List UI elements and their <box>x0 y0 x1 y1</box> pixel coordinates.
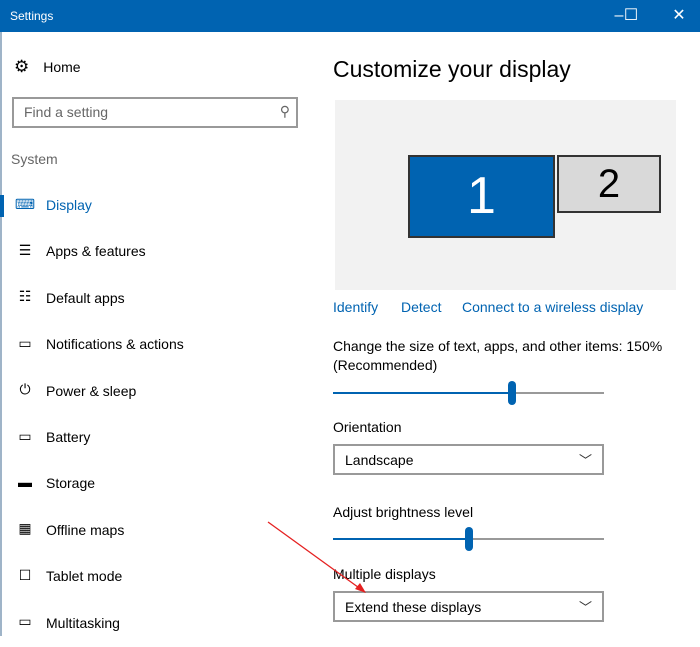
sidebar-item-label: Multitasking <box>46 614 120 631</box>
scale-label: Change the size of text, apps, and other… <box>333 338 663 354</box>
sidebar-item-label: Storage <box>46 475 96 492</box>
orientation-label: Orientation <box>333 419 402 435</box>
monitor-1[interactable]: 1 <box>408 155 555 238</box>
identify-link[interactable]: Identify <box>333 299 378 315</box>
multiple-displays-dropdown[interactable]: Extend these displays ﹀ <box>333 591 604 622</box>
sidebar-item-multitasking[interactable]: ▭ Multitasking <box>0 601 300 647</box>
chevron-down-icon: ﹀ <box>578 600 592 615</box>
sidebar-item-label: Offline maps <box>46 521 125 538</box>
default-apps-icon: ☷ <box>18 288 32 305</box>
sidebar-item-power-sleep[interactable]: ⏻ Power & sleep <box>0 369 300 415</box>
apps-features-icon: ☰ <box>18 241 32 258</box>
monitor-2[interactable]: 2 <box>557 155 661 213</box>
window-title: Settings <box>10 9 54 23</box>
search-input[interactable]: Find a setting ⚲ <box>12 97 298 128</box>
display-icon: ⌨ <box>14 195 36 212</box>
close-button[interactable]: ✕ <box>667 4 691 28</box>
sidebar-item-label: Battery <box>46 429 91 445</box>
gear-icon: ⚙ <box>14 57 30 76</box>
sidebar-item-apps-features[interactable]: ☰ Apps & features <box>0 229 300 275</box>
sidebar-item-home[interactable]: ⚙ Home <box>14 57 81 77</box>
sidebar-item-label: Default apps <box>46 289 125 306</box>
multitasking-icon: ▭ <box>18 613 32 630</box>
sidebar-item-label: Apps & features <box>46 243 146 260</box>
brightness-slider[interactable] <box>333 527 604 551</box>
section-heading: System <box>11 151 58 167</box>
search-icon[interactable]: ⚲ <box>280 103 290 120</box>
sidebar-item-label: Notifications & actions <box>46 336 184 353</box>
brightness-slider-thumb[interactable] <box>464 527 473 551</box>
orientation-dropdown[interactable]: Landscape ﹀ <box>333 444 604 475</box>
home-label: Home <box>43 59 81 75</box>
sidebar-item-label: Tablet mode <box>46 568 123 585</box>
search-placeholder: Find a setting <box>24 104 109 120</box>
wireless-display-link[interactable]: Connect to a wireless display <box>462 299 643 315</box>
sidebar-item-battery[interactable]: ▭ Battery <box>0 415 300 461</box>
title-bar: Settings – ☐ ✕ <box>0 0 700 32</box>
chevron-down-icon: ﹀ <box>578 453 592 468</box>
battery-icon: ▭ <box>18 427 32 444</box>
sidebar-item-display[interactable]: ⌨ Display <box>0 183 300 229</box>
detect-link[interactable]: Detect <box>401 299 441 315</box>
storage-icon: ▬ <box>18 474 32 491</box>
sidebar-item-offline-maps[interactable]: ▦ Offline maps <box>0 508 300 554</box>
multiple-displays-label: Multiple displays <box>333 566 436 582</box>
sidebar-item-default-apps[interactable]: ☷ Default apps <box>0 276 300 322</box>
power-sleep-icon: ⏻ <box>19 381 31 398</box>
notifications-actions-icon: ▭ <box>18 334 32 351</box>
multiple-displays-value: Extend these displays <box>345 599 482 615</box>
scale-slider-thumb[interactable] <box>507 381 516 405</box>
maximize-button[interactable]: ☐ <box>619 4 643 28</box>
sidebar-item-storage[interactable]: ▬ Storage <box>0 461 300 507</box>
scale-sublabel: (Recommended) <box>333 357 438 373</box>
orientation-value: Landscape <box>345 452 414 468</box>
page-title: Customize your display <box>333 56 571 82</box>
tablet-mode-icon: ☐ <box>18 566 32 583</box>
offline-maps-icon: ▦ <box>18 520 32 537</box>
sidebar-item-label: Power & sleep <box>46 382 137 399</box>
scale-slider[interactable] <box>333 381 604 405</box>
sidebar-item-notifications-actions[interactable]: ▭ Notifications & actions <box>0 322 300 368</box>
sidebar-item-label: Display <box>46 197 92 213</box>
brightness-label: Adjust brightness level <box>333 504 474 520</box>
sidebar-item-tablet-mode[interactable]: ☐ Tablet mode <box>0 554 300 600</box>
